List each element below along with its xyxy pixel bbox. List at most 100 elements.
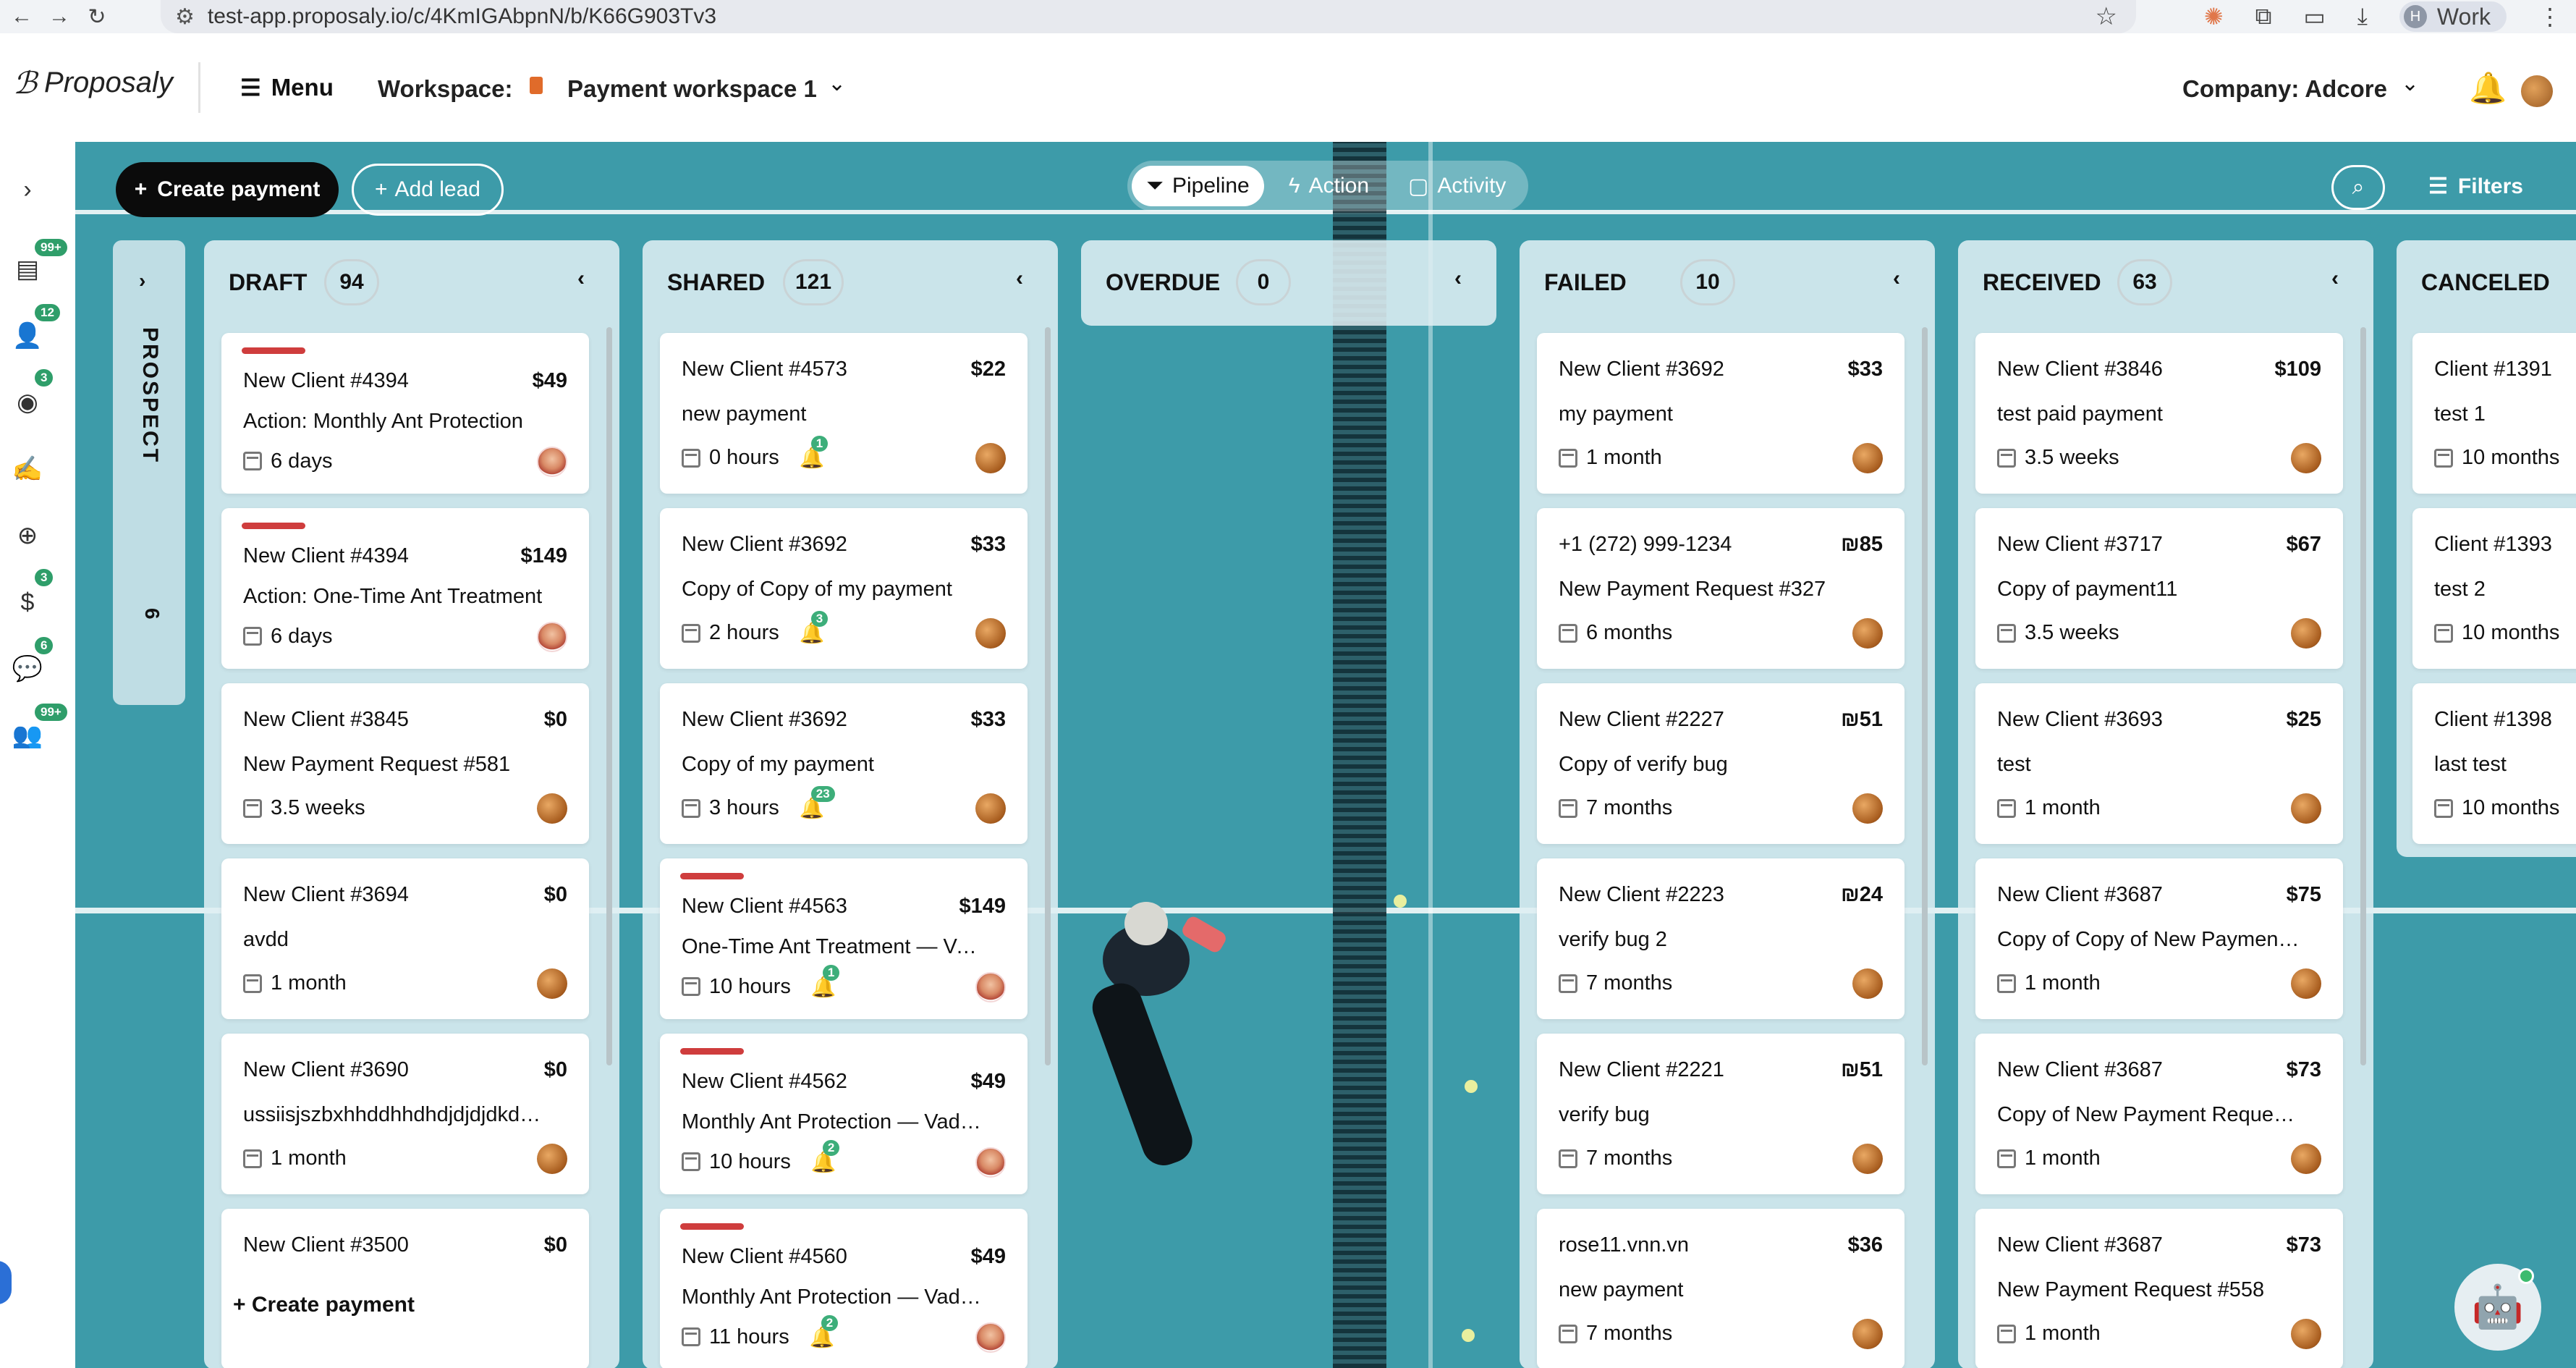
- payment-card[interactable]: Client #1391 test 1 10 months: [2412, 333, 2576, 494]
- chevron-down-icon[interactable]: ⌄: [2401, 71, 2419, 96]
- collapse-chevron-icon[interactable]: ‹: [1016, 266, 1023, 291]
- payment-card[interactable]: New Client #4394 $49 Action: Monthly Ant P…: [221, 333, 589, 494]
- column-scrollbar[interactable]: [2360, 327, 2366, 1065]
- payment-card[interactable]: New Client #3692 $33 my payment 1 month: [1537, 333, 1905, 494]
- address-bar[interactable]: ⚙ test-app.proposaly.io/c/4KmIGAbpnN/b/K…: [161, 0, 2136, 33]
- payment-card[interactable]: New Client #2227 ₪51 Copy of verify bug 7 m…: [1537, 683, 1905, 844]
- eye-icon[interactable]: ◉: [13, 388, 42, 417]
- payment-card[interactable]: rose11.vnn.vn $36 new payment 7 months: [1537, 1209, 1905, 1368]
- assignee-avatar[interactable]: [975, 618, 1006, 649]
- payment-card[interactable]: New Client #3717 $67 Copy of payment11 3.5 …: [1975, 508, 2343, 669]
- collapse-chevron-icon[interactable]: ‹: [577, 266, 585, 291]
- assignee-avatar[interactable]: [2291, 618, 2321, 649]
- assignee-avatar[interactable]: [1852, 1319, 1883, 1349]
- payment-card[interactable]: +1 (272) 999-1234 ₪85 New Payment Request …: [1537, 508, 1905, 669]
- payment-card[interactable]: New Client #4573 $22 new payment 0 hours 🔔 1: [660, 333, 1028, 494]
- payment-card[interactable]: New Client #3687 $73 New Payment Request #…: [1975, 1209, 2343, 1368]
- payment-card[interactable]: New Client #4394 $149 Action: One-Time Ant…: [221, 508, 589, 669]
- team-icon[interactable]: 👥: [12, 721, 43, 750]
- search-button[interactable]: ⌕: [2331, 165, 2385, 210]
- assignee-avatar[interactable]: [975, 443, 1006, 473]
- column-scrollbar[interactable]: [1922, 327, 1928, 1065]
- tab-activity[interactable]: ▢ Activity: [1394, 166, 1520, 206]
- notification-bell-icon[interactable]: 🔔 23: [800, 786, 835, 820]
- payment-card[interactable]: New Client #3845 $0 New Payment Request #5…: [221, 683, 589, 844]
- collapse-chevron-icon[interactable]: ‹: [1893, 266, 1900, 291]
- payment-card[interactable]: Client #1398 last test 10 months: [2412, 683, 2576, 844]
- payment-card[interactable]: New Client #2223 ₪24 verify bug 2 7 months: [1537, 858, 1905, 1019]
- contacts-icon[interactable]: 👤: [12, 321, 43, 350]
- bell-icon[interactable]: 🔔: [2469, 71, 2507, 106]
- assignee-avatar[interactable]: [1852, 618, 1883, 649]
- profile-button[interactable]: H Work: [2399, 1, 2507, 32]
- chat-icon[interactable]: 💬: [12, 654, 43, 683]
- assignee-avatar[interactable]: [2291, 793, 2321, 824]
- assistant-bot-button[interactable]: 🤖: [2454, 1264, 2541, 1351]
- payment-card[interactable]: New Client #3690 $0 ussiisjszbxhhddhhdhdjd…: [221, 1034, 589, 1194]
- assignee-avatar[interactable]: [1852, 793, 1883, 824]
- extensions-puzzle-icon[interactable]: ⧉: [2255, 3, 2272, 30]
- create-payment-button[interactable]: + Create payment: [116, 162, 339, 217]
- expand-chevron-icon[interactable]: ›: [139, 269, 145, 292]
- cast-icon[interactable]: ▭: [2304, 3, 2326, 30]
- back-icon[interactable]: ←: [6, 2, 38, 31]
- payment-card[interactable]: New Client #3687 $75 Copy of Copy of New P…: [1975, 858, 2343, 1019]
- payment-card[interactable]: New Client #3694 $0 avdd 1 month: [221, 858, 589, 1019]
- tab-pipeline[interactable]: ⏷ Pipeline: [1132, 166, 1264, 206]
- column-scrollbar[interactable]: [1045, 327, 1051, 1065]
- payment-card[interactable]: New Client #2221 ₪51 verify bug 7 months: [1537, 1034, 1905, 1194]
- inbox-icon[interactable]: ▤: [13, 255, 42, 284]
- dollar-icon[interactable]: $: [13, 588, 42, 617]
- prospect-column-collapsed[interactable]: › PROSPECT 6: [113, 240, 185, 705]
- payment-card[interactable]: New Client #4563 $149 One-Time Ant Treatme…: [660, 858, 1028, 1019]
- assignee-avatar[interactable]: [975, 1322, 1006, 1353]
- payment-card[interactable]: New Client #3687 $73 Copy of New Payment R…: [1975, 1034, 2343, 1194]
- create-payment-link[interactable]: + Create payment: [233, 1293, 415, 1317]
- assignee-avatar[interactable]: [2291, 1319, 2321, 1349]
- assignee-avatar[interactable]: [537, 968, 567, 999]
- collapse-chevron-icon[interactable]: ‹: [2331, 266, 2339, 291]
- assignee-avatar[interactable]: [537, 621, 567, 652]
- assignee-avatar[interactable]: [537, 446, 567, 477]
- more-options-icon[interactable]: ⋮: [2538, 3, 2562, 30]
- payment-card[interactable]: New Client #4560 $49 Monthly Ant Protectio…: [660, 1209, 1028, 1368]
- expand-sidebar-icon[interactable]: ›: [13, 175, 42, 204]
- assignee-avatar[interactable]: [537, 1144, 567, 1174]
- payment-card[interactable]: New Client #4562 $49 Monthly Ant Protectio…: [660, 1034, 1028, 1194]
- payment-card[interactable]: New Client #3692 $33 Copy of my payment 3 h…: [660, 683, 1028, 844]
- payment-card[interactable]: New Client #3500 $0: [221, 1209, 589, 1368]
- payment-card[interactable]: Client #1393 test 2 10 months: [2412, 508, 2576, 669]
- payment-card[interactable]: New Client #3692 $33 Copy of Copy of my pa…: [660, 508, 1028, 669]
- signature-icon[interactable]: ✍: [12, 455, 43, 484]
- payment-card[interactable]: New Client #3846 $109 test paid payment 3.5…: [1975, 333, 2343, 494]
- menu-button[interactable]: ☰ Menu: [240, 74, 334, 101]
- chevron-down-icon[interactable]: ⌄: [828, 71, 846, 96]
- assignee-avatar[interactable]: [1852, 1144, 1883, 1174]
- brand-logo[interactable]: ℬ Proposaly: [13, 65, 173, 101]
- user-avatar[interactable]: [2521, 75, 2553, 107]
- notification-bell-icon[interactable]: 🔔 2: [810, 1314, 839, 1349]
- extension-icon[interactable]: ✺: [2204, 3, 2224, 30]
- reload-icon[interactable]: ↻: [81, 2, 113, 31]
- assignee-avatar[interactable]: [1852, 968, 1883, 999]
- payment-card[interactable]: New Client #3693 $25 test 1 month: [1975, 683, 2343, 844]
- column-scrollbar[interactable]: [606, 327, 612, 1065]
- assignee-avatar[interactable]: [2291, 968, 2321, 999]
- collapse-chevron-icon[interactable]: ‹: [1454, 266, 1462, 291]
- assignee-avatar[interactable]: [1852, 443, 1883, 473]
- assignee-avatar[interactable]: [2291, 443, 2321, 473]
- download-icon[interactable]: ⤓: [2357, 3, 2368, 30]
- assignee-avatar[interactable]: [2291, 1144, 2321, 1174]
- assignee-avatar[interactable]: [975, 793, 1006, 824]
- site-info-icon[interactable]: ⚙: [175, 4, 195, 30]
- notification-bell-icon[interactable]: 🔔 3: [800, 611, 829, 645]
- forward-icon[interactable]: →: [43, 2, 75, 31]
- notification-bell-icon[interactable]: 🔔 1: [800, 436, 829, 470]
- assignee-avatar[interactable]: [975, 971, 1006, 1002]
- add-lead-button[interactable]: + Add lead: [352, 164, 504, 216]
- notification-bell-icon[interactable]: 🔔 2: [811, 1139, 840, 1174]
- workspace-selector[interactable]: Payment workspace 1: [567, 75, 817, 103]
- tab-action[interactable]: ϟ Action: [1274, 166, 1384, 206]
- company-selector[interactable]: Company: Adcore: [2182, 75, 2387, 103]
- filters-button[interactable]: ☰ Filters: [2428, 174, 2523, 199]
